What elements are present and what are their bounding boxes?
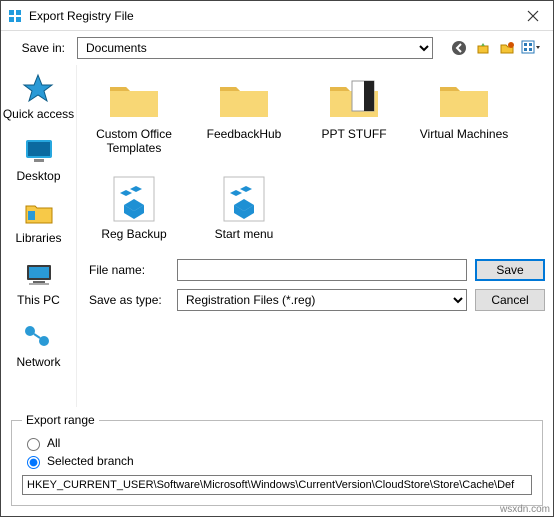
- window-title: Export Registry File: [29, 9, 513, 23]
- save-button[interactable]: Save: [475, 259, 545, 281]
- folder-item[interactable]: PPT STUFF: [309, 75, 399, 155]
- watermark: wsxdn.com: [500, 504, 550, 515]
- back-button[interactable]: [449, 38, 469, 58]
- reg-item[interactable]: Reg Backup: [89, 175, 179, 241]
- export-selected-row[interactable]: Selected branch: [22, 453, 532, 469]
- folder-item[interactable]: FeedbackHub: [199, 75, 289, 155]
- export-selected-radio[interactable]: [27, 456, 40, 469]
- export-all-label: All: [47, 436, 60, 450]
- place-libraries[interactable]: Libraries: [15, 197, 61, 245]
- place-label: Quick access: [3, 107, 74, 121]
- place-label: Libraries: [15, 231, 61, 245]
- filename-label: File name:: [89, 263, 169, 277]
- export-range-legend: Export range: [22, 413, 99, 427]
- place-network[interactable]: Network: [16, 321, 60, 369]
- item-label: Custom Office Templates: [89, 127, 179, 155]
- export-all-radio[interactable]: [27, 438, 40, 451]
- place-quickaccess[interactable]: Quick access: [3, 73, 74, 121]
- folder-item[interactable]: Virtual Machines: [419, 75, 509, 155]
- export-selected-label: Selected branch: [47, 454, 134, 468]
- reg-item[interactable]: Start menu: [199, 175, 289, 241]
- item-label: Virtual Machines: [420, 127, 509, 141]
- place-label: This PC: [17, 293, 60, 307]
- titlebar: Export Registry File: [1, 1, 553, 31]
- savein-label: Save in:: [13, 41, 71, 55]
- place-label: Desktop: [16, 169, 60, 183]
- file-list: Custom Office Templates FeedbackHub PPT …: [89, 75, 545, 241]
- saveastype-label: Save as type:: [89, 293, 169, 307]
- viewmenu-button[interactable]: [521, 38, 541, 58]
- places-bar: Quick access Desktop Libraries This PC N…: [1, 65, 77, 407]
- savein-dropdown[interactable]: Documents: [77, 37, 433, 59]
- up-button[interactable]: [473, 38, 493, 58]
- export-range-group: Export range All Selected branch: [11, 413, 543, 506]
- place-thispc[interactable]: This PC: [17, 259, 60, 307]
- branch-input[interactable]: [22, 475, 532, 495]
- filename-input[interactable]: [177, 259, 467, 281]
- item-label: PPT STUFF: [321, 127, 386, 141]
- saveastype-dropdown[interactable]: Registration Files (*.reg): [177, 289, 467, 311]
- savein-row: Save in: Documents: [1, 31, 553, 65]
- cancel-button[interactable]: Cancel: [475, 289, 545, 311]
- close-button[interactable]: [513, 1, 553, 31]
- item-label: Reg Backup: [101, 227, 166, 241]
- place-label: Network: [16, 355, 60, 369]
- newfolder-button[interactable]: [497, 38, 517, 58]
- app-icon: [7, 8, 23, 24]
- item-label: FeedbackHub: [207, 127, 282, 141]
- place-desktop[interactable]: Desktop: [16, 135, 60, 183]
- item-label: Start menu: [215, 227, 274, 241]
- export-all-row[interactable]: All: [22, 435, 532, 451]
- folder-item[interactable]: Custom Office Templates: [89, 75, 179, 155]
